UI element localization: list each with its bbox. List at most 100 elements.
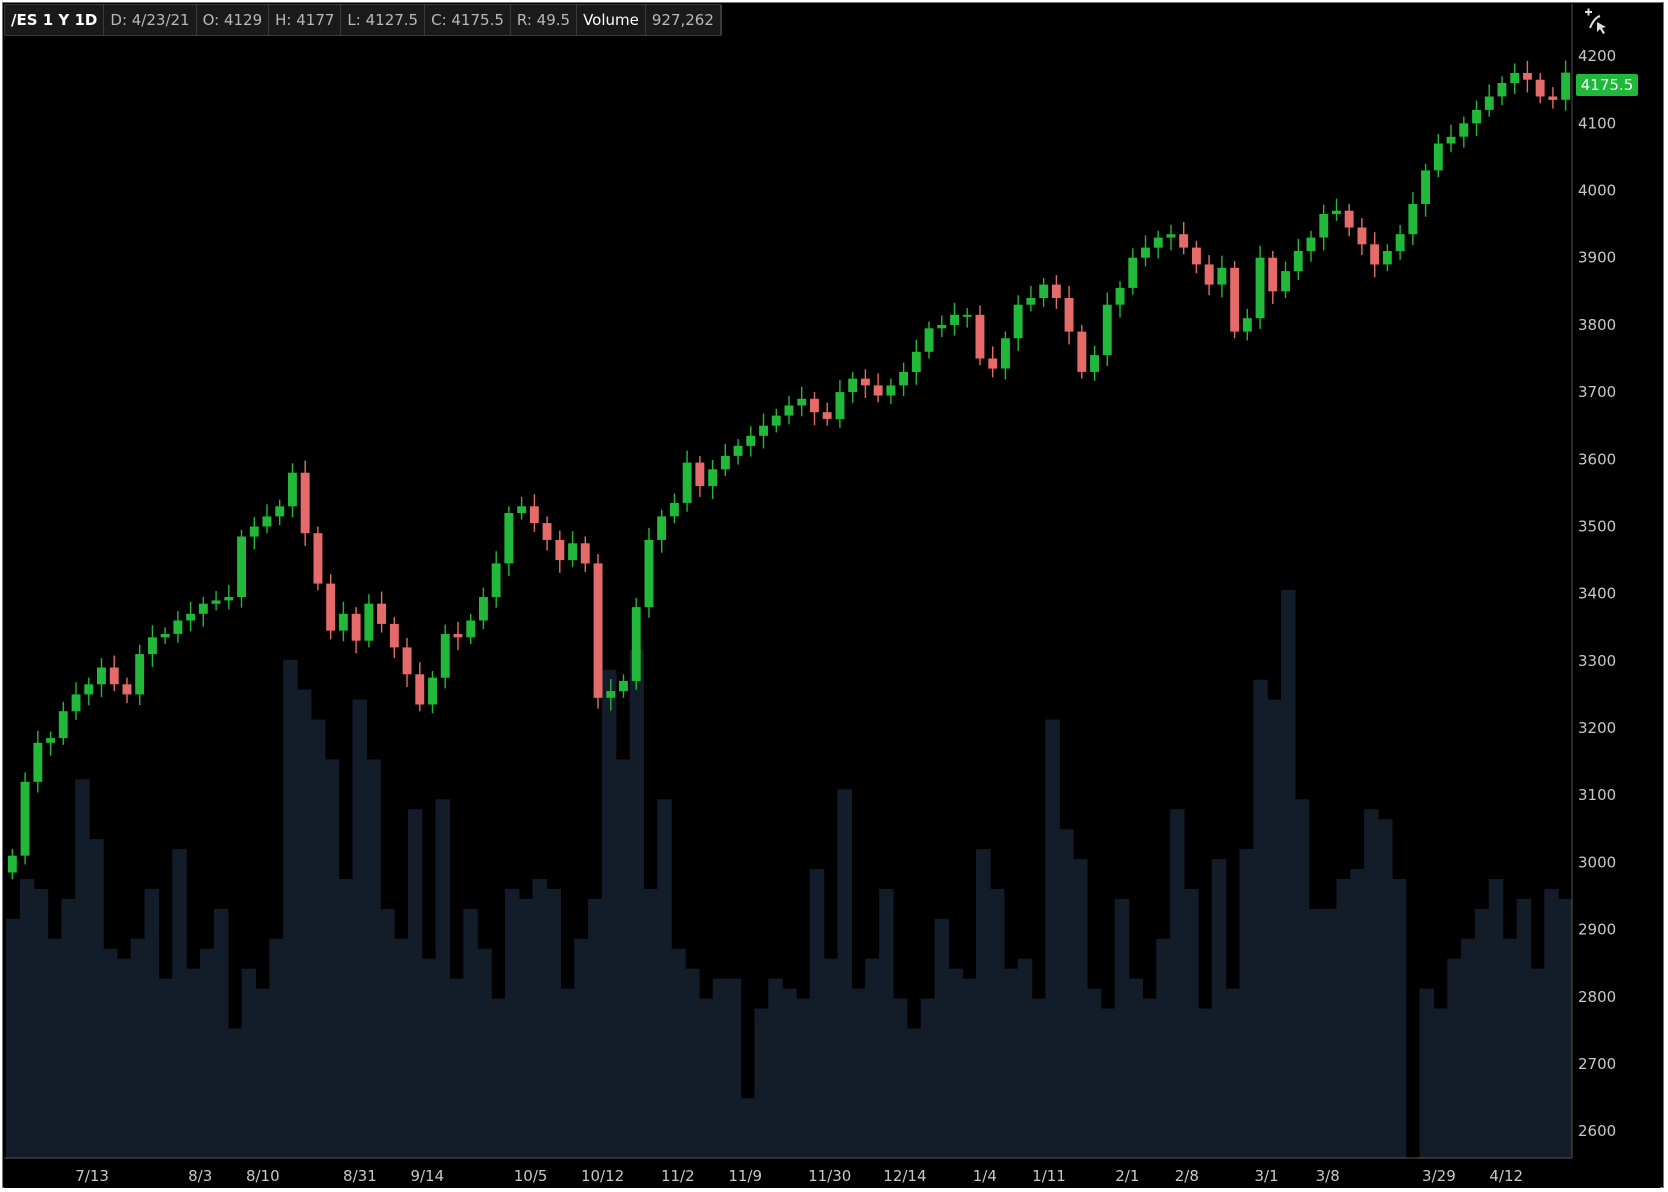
candle [1128, 248, 1138, 295]
close-readout: C: 4175.5 [425, 5, 511, 35]
volume-bar [1156, 938, 1171, 1158]
high-readout: H: 4177 [269, 5, 342, 35]
volume-bar [934, 918, 949, 1158]
volume-bar [1045, 719, 1060, 1158]
candle [186, 601, 196, 632]
candle [759, 413, 768, 449]
volume-bar [1087, 988, 1102, 1158]
candle [1433, 134, 1443, 178]
candle [962, 308, 972, 328]
volume-bar [130, 938, 146, 1158]
candle [708, 459, 718, 499]
volume-bar [213, 908, 229, 1158]
x-tick-label: 2/1 [1115, 1167, 1139, 1185]
volume-bar [1308, 908, 1324, 1158]
candle [84, 677, 94, 706]
volume-bar [671, 948, 686, 1158]
x-tick-label: 2/8 [1175, 1167, 1199, 1185]
candle [568, 531, 577, 567]
volume-bar [1211, 859, 1227, 1158]
volume-bar [1239, 849, 1254, 1158]
volume-bar [809, 869, 825, 1158]
price-axis: 2600 2700 2800 2900 3000 3100 3200 3300 3400 3500… [1571, 4, 1660, 1184]
candle [364, 594, 374, 648]
volume-bar [1419, 988, 1435, 1158]
candle [1204, 255, 1214, 296]
candle [7, 848, 17, 880]
volume-bar [1128, 978, 1143, 1158]
volume-bar [1267, 699, 1282, 1158]
volume-bar [394, 938, 409, 1158]
candle [1459, 116, 1469, 148]
volume-bar [712, 978, 728, 1158]
candle [631, 597, 641, 690]
candle [109, 655, 119, 692]
candle [517, 496, 527, 520]
last-price-badge: 4175.5 [1576, 74, 1638, 96]
candle [415, 662, 425, 712]
x-tick-label: 10/5 [514, 1167, 548, 1185]
y-tick-label: 3500 [1578, 518, 1616, 536]
volume-bar [726, 978, 742, 1158]
candle [1141, 235, 1150, 267]
candle [975, 305, 985, 366]
volume-bar [1461, 938, 1476, 1158]
y-tick-label: 3300 [1578, 652, 1616, 670]
volume-bar [255, 988, 270, 1158]
volume-bar [338, 879, 354, 1158]
x-tick-label: 10/12 [581, 1167, 624, 1185]
candle [1484, 84, 1494, 117]
volume-bar [948, 968, 963, 1158]
volume-bar [588, 898, 603, 1158]
candle [911, 339, 921, 385]
candle [1535, 73, 1545, 104]
y-tick-label: 2700 [1578, 1055, 1616, 1073]
volume-bar [504, 888, 520, 1158]
x-tick-label: 4/12 [1489, 1167, 1523, 1185]
candle [619, 674, 628, 698]
candle [1102, 292, 1112, 366]
candle [491, 551, 501, 608]
candle [1039, 277, 1049, 307]
candle [873, 373, 883, 403]
volume-bar [920, 998, 936, 1158]
candle [988, 346, 998, 378]
candle [797, 386, 807, 417]
candle [1090, 345, 1099, 381]
y-tick-label: 3000 [1578, 853, 1616, 871]
x-tick-label: 11/2 [661, 1167, 695, 1185]
volume-bar [200, 948, 215, 1158]
candle [1370, 232, 1380, 278]
candle [1166, 224, 1176, 251]
candle [593, 554, 603, 709]
candle [1319, 204, 1329, 251]
candle [224, 584, 234, 610]
candle [428, 670, 437, 714]
x-tick-label: 8/3 [188, 1167, 212, 1185]
chart-canvas[interactable]: 2600 2700 2800 2900 3000 3100 3200 3300 3400 3500… [0, 0, 1668, 1192]
volume-bar [463, 908, 478, 1158]
volume-bar [116, 958, 132, 1158]
volume-bar [1184, 888, 1199, 1158]
date-axis: 7/13 8/3 8/10 8/31 9/14 10/5 10/12 11/2 11/9 11/3… [4, 1157, 1660, 1188]
volume-bar [380, 908, 395, 1158]
x-tick-label: 8/10 [246, 1167, 280, 1185]
symbol-label[interactable]: /ES 1 Y 1D [5, 5, 105, 35]
candle [1382, 244, 1392, 272]
candle [275, 499, 285, 526]
candle [1561, 60, 1571, 111]
range-readout: R: 49.5 [511, 5, 578, 35]
candle [326, 574, 336, 640]
candle [148, 625, 157, 667]
volume-bar [6, 918, 21, 1158]
volume-readout: 927,262 [646, 5, 721, 35]
crosshair-cursor-icon[interactable] [1580, 6, 1610, 36]
price-candles [7, 60, 1571, 880]
candle [1344, 204, 1354, 237]
volume-bar [657, 799, 672, 1158]
y-tick-label: 3200 [1578, 719, 1616, 737]
volume-bar [574, 938, 589, 1158]
candle [33, 730, 43, 793]
candle [338, 601, 348, 642]
candle [1230, 261, 1240, 339]
